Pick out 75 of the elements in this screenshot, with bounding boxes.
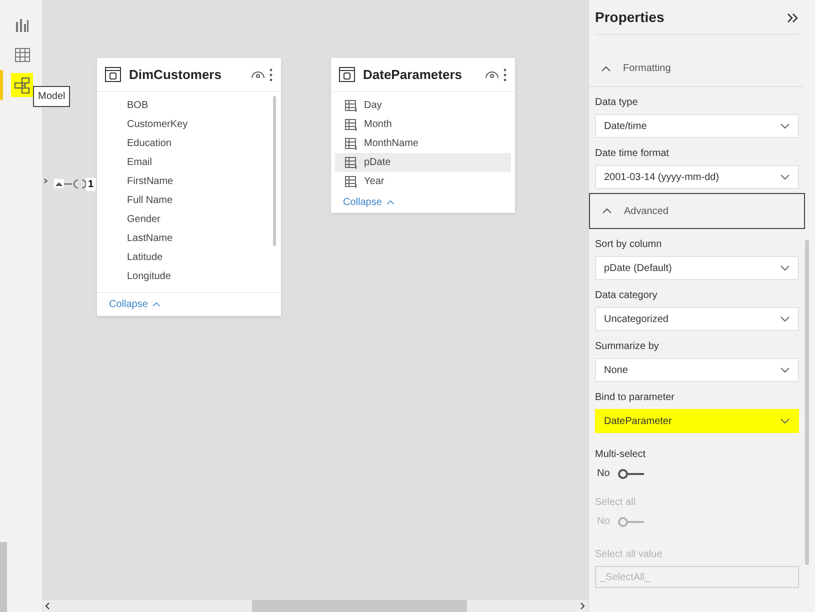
dropdown[interactable]: Date/time (595, 114, 799, 138)
field-icon (345, 118, 358, 130)
scrollbar[interactable] (273, 96, 276, 246)
field-row[interactable]: Gender (101, 210, 269, 229)
dropdown[interactable]: pDate (Default) (595, 256, 799, 280)
more-options-icon[interactable] (269, 68, 273, 82)
panel-title: Properties (595, 8, 664, 27)
collapse-panel-icon[interactable] (787, 12, 799, 22)
chevron-down-icon (780, 316, 790, 322)
dropdown[interactable]: 2001-03-14 (yyyy-mm-dd) (595, 165, 799, 189)
section-header[interactable]: Advanced (589, 193, 805, 229)
table-card[interactable]: DateParameters Day Month MonthName pDate Year Collapse (331, 58, 515, 213)
toggle-value: No (597, 515, 610, 529)
model-icon (14, 76, 30, 94)
chevron-down-icon (780, 174, 790, 180)
field-row[interactable]: Email (101, 153, 269, 172)
chevron-down-icon (780, 367, 790, 373)
chevron-down-icon (780, 265, 790, 271)
field-row[interactable]: MonthName (335, 134, 511, 153)
caret-up-icon (602, 208, 612, 214)
field-row[interactable]: Year (335, 172, 511, 191)
field-row[interactable]: Latitude (101, 248, 269, 267)
field-icon (345, 156, 358, 168)
table-icon (14, 48, 30, 62)
field-icon (345, 176, 358, 188)
field-row[interactable]: Day (335, 96, 511, 115)
field-row[interactable]: CustomerKey (101, 115, 269, 134)
field-label: Summarize by (595, 340, 660, 354)
field-label: Data category (595, 289, 658, 303)
toggle-value: No (597, 467, 610, 481)
table-title: DimCustomers (129, 66, 222, 84)
section-header[interactable]: Formatting (589, 51, 805, 87)
field-row[interactable]: Full Name (101, 191, 269, 210)
field-row[interactable]: Education (101, 134, 269, 153)
table-icon (105, 67, 121, 82)
field-label: Date time format (595, 147, 670, 161)
dropdown[interactable]: None (595, 358, 799, 382)
table-card[interactable]: DimCustomers BOB CustomerKey Education Email FirstName Full Name Gender LastName Latitude Longitude Collapse (97, 58, 281, 316)
caret-up-icon (386, 200, 395, 204)
cardinality-label: 1 (86, 178, 96, 191)
panel-scrollbar[interactable] (805, 240, 809, 565)
field-label: Data type (595, 96, 639, 110)
scroll-right-icon[interactable] (580, 602, 586, 610)
side-scrollbar[interactable] (0, 542, 7, 612)
field-row[interactable]: LastName (101, 229, 269, 248)
more-options-icon[interactable] (503, 68, 507, 82)
horizontal-scrollbar[interactable] (42, 600, 588, 612)
collapse-link[interactable]: Collapse (109, 297, 161, 312)
table-title: DateParameters (363, 66, 464, 84)
tooltip: Model (33, 86, 70, 107)
field-label: Select all value (595, 548, 664, 562)
field-row[interactable]: BOB (101, 96, 269, 115)
field-icon (345, 138, 358, 150)
collapse-link[interactable]: Collapse (343, 194, 395, 210)
field-row[interactable]: pDate (335, 153, 511, 172)
eye-icon[interactable] (251, 70, 265, 79)
chevron-down-icon (780, 123, 790, 129)
table-icon (339, 67, 355, 82)
toggle-switch[interactable] (618, 468, 644, 478)
field-label: Bind to parameter (595, 391, 676, 405)
scroll-left-icon[interactable] (44, 602, 50, 610)
field-row[interactable]: Longitude (101, 267, 269, 286)
dropdown[interactable]: Uncategorized (595, 307, 799, 331)
bar-chart-icon (15, 18, 29, 32)
caret-up-icon (152, 302, 161, 307)
field-label: Select all (595, 496, 637, 510)
field-icon (345, 100, 358, 112)
field-row[interactable]: FirstName (101, 172, 269, 191)
eye-icon[interactable] (485, 70, 499, 79)
chevron-down-icon (780, 418, 790, 424)
field-label: Multi-select (595, 448, 647, 462)
field-row[interactable]: Month (335, 115, 511, 134)
field-label: Sort by column (595, 238, 663, 252)
caret-up-icon (601, 66, 611, 72)
dropdown[interactable]: DateParameter (595, 409, 799, 433)
